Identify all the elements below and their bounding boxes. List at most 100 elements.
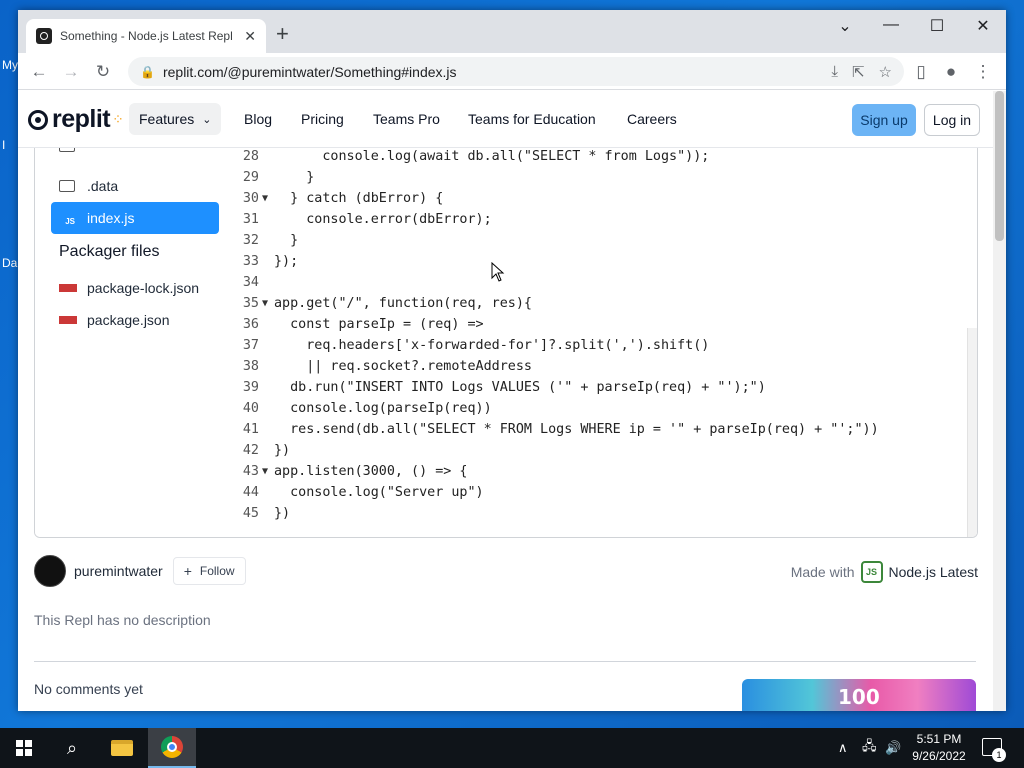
desktop-icon-label[interactable]: I bbox=[2, 138, 5, 152]
profile-avatar-icon[interactable]: ● bbox=[938, 59, 964, 85]
code-text: }) bbox=[274, 443, 291, 458]
show-hidden-icons-icon[interactable]: ∧ bbox=[838, 728, 848, 768]
close-tab-icon[interactable]: ✕ bbox=[244, 28, 256, 45]
new-tab-button[interactable]: + bbox=[276, 22, 289, 46]
author-row: puremintwater + Follow bbox=[34, 555, 246, 587]
lock-icon[interactable]: 🔒 bbox=[140, 65, 155, 79]
network-icon[interactable]: 🖧 bbox=[862, 728, 877, 768]
code-text: console.log(parseIp(req)) bbox=[274, 401, 492, 416]
line-number: 36 bbox=[242, 317, 259, 332]
tab-search-button[interactable]: ⌄ bbox=[830, 16, 860, 36]
desktop-icon-label[interactable]: Da bbox=[2, 256, 17, 270]
maximize-button[interactable]: ☐ bbox=[922, 16, 952, 36]
logo-text: replit bbox=[52, 105, 111, 133]
file-item-partial[interactable] bbox=[51, 148, 219, 156]
code-text: console.error(dbError); bbox=[274, 212, 492, 227]
npm-icon bbox=[59, 316, 77, 324]
promo-banner[interactable]: 100 bbox=[742, 679, 976, 711]
code-line[interactable]: 41 res.send(db.all("SELECT * FROM Logs W… bbox=[235, 419, 965, 440]
chrome-taskbar-icon[interactable] bbox=[148, 728, 196, 768]
nav-link-teams-education[interactable]: Teams for Education bbox=[468, 111, 596, 127]
packager-files-heading: Packager files bbox=[59, 243, 160, 260]
page-scrollbar[interactable] bbox=[993, 91, 1006, 711]
volume-icon[interactable]: 🔊 bbox=[885, 728, 901, 768]
file-item-data[interactable]: .data bbox=[51, 170, 219, 202]
menu-kebab-icon[interactable]: ⋮ bbox=[970, 59, 996, 85]
code-text: console.log("Server up") bbox=[274, 485, 484, 500]
language-label[interactable]: Node.js Latest bbox=[889, 564, 979, 580]
code-line[interactable]: 34 bbox=[235, 272, 965, 293]
nav-link-blog[interactable]: Blog bbox=[244, 111, 272, 127]
features-dropdown[interactable]: Features ⌄ bbox=[129, 103, 222, 135]
follow-button[interactable]: + Follow bbox=[172, 557, 246, 585]
login-button[interactable]: Log in bbox=[924, 104, 980, 136]
replit-logo[interactable]: replit ⁘ bbox=[28, 105, 124, 134]
code-line[interactable]: 42}) bbox=[235, 440, 965, 461]
close-window-button[interactable]: ✕ bbox=[968, 16, 998, 36]
code-line[interactable]: 35 ▼ app.get("/", function(req, res){ bbox=[235, 293, 965, 314]
line-number: 45 bbox=[242, 506, 259, 521]
code-line[interactable]: 28 console.log(await db.all("SELECT * fr… bbox=[235, 148, 965, 167]
page-scroll-thumb[interactable] bbox=[995, 91, 1004, 241]
windows-logo-icon bbox=[16, 740, 32, 756]
fold-arrow-icon[interactable]: ▼ bbox=[262, 188, 268, 209]
desktop-icon-label[interactable]: My bbox=[2, 58, 18, 72]
reload-icon[interactable]: ↻ bbox=[90, 59, 116, 85]
code-line[interactable]: 39 db.run("INSERT INTO Logs VALUES ('" +… bbox=[235, 377, 965, 398]
file-item-index-js[interactable]: JS index.js bbox=[51, 202, 219, 234]
code-line[interactable]: 43 ▼ app.listen(3000, () => { bbox=[235, 461, 965, 482]
clock[interactable]: 5:51 PM 9/26/2022 bbox=[900, 731, 978, 765]
file-item-package-lock[interactable]: package-lock.json bbox=[51, 272, 219, 304]
code-text: } catch (dbError) { bbox=[274, 191, 444, 206]
repl-description: This Repl has no description bbox=[34, 612, 211, 628]
code-line[interactable]: 33}); bbox=[235, 251, 965, 272]
forward-icon[interactable]: → bbox=[58, 59, 84, 85]
nav-link-careers[interactable]: Careers bbox=[627, 111, 677, 127]
fold-arrow-icon[interactable]: ▼ bbox=[262, 461, 268, 482]
code-editor[interactable]: 28 console.log(await db.all("SELECT * fr… bbox=[235, 148, 977, 537]
code-line[interactable]: 44 console.log("Server up") bbox=[235, 482, 965, 503]
file-label: .data bbox=[87, 178, 119, 194]
nav-link-pricing[interactable]: Pricing bbox=[301, 111, 344, 127]
fold-arrow-icon[interactable]: ▼ bbox=[262, 293, 268, 314]
code-line[interactable]: 37 req.headers['x-forwarded-for']?.split… bbox=[235, 335, 965, 356]
site-nav: replit ⁘ Features ⌄ Blog Pricing Teams P… bbox=[18, 91, 993, 148]
side-panel-icon[interactable]: ▯ bbox=[908, 59, 934, 85]
code-line[interactable]: 38 || req.socket?.remoteAddress bbox=[235, 356, 965, 377]
editor-scrollbar[interactable] bbox=[967, 328, 977, 537]
start-button[interactable] bbox=[0, 728, 48, 768]
share-icon[interactable]: ⇱ bbox=[852, 63, 865, 81]
install-app-icon[interactable]: ⤓ bbox=[831, 63, 838, 80]
code-line[interactable]: 29 } bbox=[235, 167, 965, 188]
code-line[interactable]: 32 } bbox=[235, 230, 965, 251]
browser-tab[interactable]: Something - Node.js Latest Repl ✕ bbox=[26, 19, 266, 53]
code-text: }); bbox=[274, 254, 299, 269]
folder-icon bbox=[59, 148, 75, 152]
line-number: 28 bbox=[242, 149, 259, 164]
line-number: 41 bbox=[242, 422, 259, 437]
address-bar[interactable]: 🔒 replit.com/@puremintwater/Something#in… bbox=[128, 57, 904, 86]
file-label: package.json bbox=[87, 312, 170, 328]
code-line[interactable]: 30 ▼ } catch (dbError) { bbox=[235, 188, 965, 209]
signup-button[interactable]: Sign up bbox=[852, 104, 916, 136]
author-name[interactable]: puremintwater bbox=[74, 563, 163, 579]
file-label: index.js bbox=[87, 210, 135, 226]
clock-time: 5:51 PM bbox=[916, 732, 962, 746]
file-explorer-icon[interactable] bbox=[98, 728, 146, 768]
avatar[interactable] bbox=[34, 555, 66, 587]
line-number: 44 bbox=[242, 485, 259, 500]
search-icon[interactable]: ⌕ bbox=[48, 728, 96, 768]
bookmark-star-icon[interactable]: ☆ bbox=[879, 63, 892, 81]
code-line[interactable]: 36 const parseIp = (req) => bbox=[235, 314, 965, 335]
code-line[interactable]: 45}) bbox=[235, 503, 965, 524]
folder-icon bbox=[59, 180, 75, 192]
promo-text: 100 bbox=[838, 685, 880, 709]
back-icon[interactable]: ← bbox=[26, 59, 52, 85]
code-line[interactable]: 40 console.log(parseIp(req)) bbox=[235, 398, 965, 419]
url-text[interactable]: replit.com/@puremintwater/Something#inde… bbox=[163, 64, 817, 80]
minimize-button[interactable]: — bbox=[876, 16, 906, 34]
file-item-package-json[interactable]: package.json bbox=[51, 304, 219, 336]
follow-label: Follow bbox=[199, 564, 235, 578]
code-line[interactable]: 31 console.error(dbError); bbox=[235, 209, 965, 230]
nav-link-teams-pro[interactable]: Teams Pro bbox=[373, 111, 440, 127]
